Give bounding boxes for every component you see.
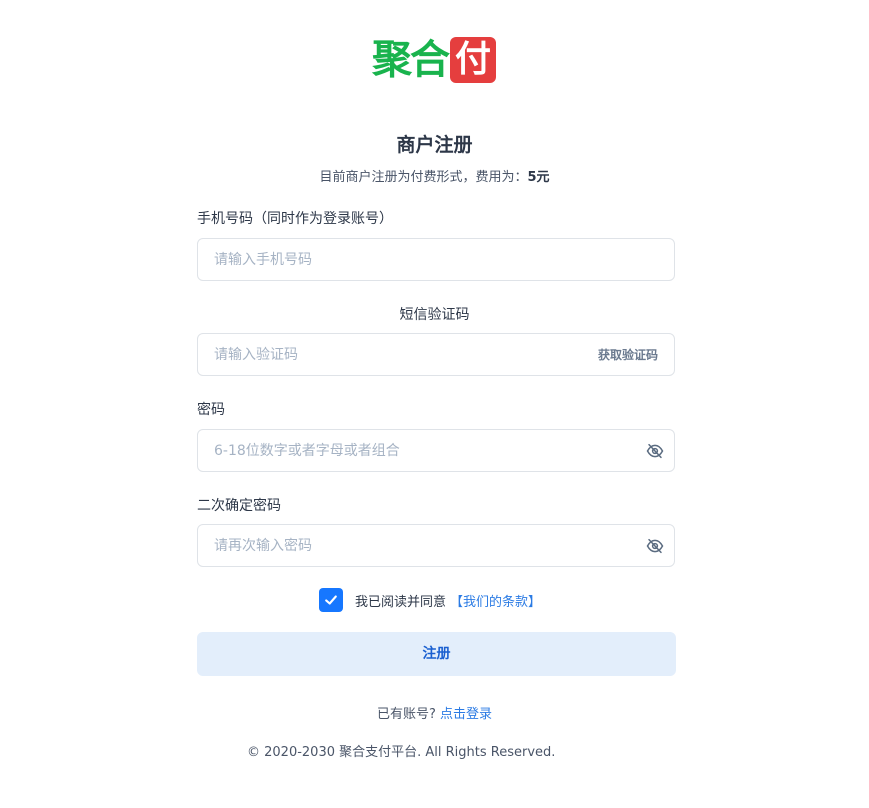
- confirm-password-label: 二次确定密码: [197, 498, 281, 514]
- confirm-password-input[interactable]: [198, 525, 674, 566]
- register-button[interactable]: 注册: [197, 632, 676, 676]
- phone-field: [197, 238, 675, 281]
- agreement-checkbox[interactable]: [319, 588, 343, 612]
- check-icon: [325, 595, 337, 605]
- login-link[interactable]: 点击登录: [440, 707, 492, 722]
- login-prompt-text: 已有账号?: [376, 707, 436, 722]
- phone-input[interactable]: [198, 239, 674, 280]
- get-code-button[interactable]: 获取验证码: [598, 346, 658, 363]
- copyright: © 2020-2030 聚合支付平台. All Rights Reserved.: [247, 745, 556, 760]
- logo-text: 聚合: [372, 37, 450, 83]
- agreement-row: 我已阅读并同意 【我们的条款】: [319, 588, 541, 612]
- fee-amount: 5元: [527, 170, 550, 185]
- confirm-password-field: [197, 524, 675, 567]
- login-prompt: 已有账号? 点击登录: [0, 703, 869, 722]
- eye-off-icon[interactable]: [646, 442, 664, 460]
- page-title: 商户注册: [396, 134, 473, 156]
- sms-label: 短信验证码: [399, 307, 470, 323]
- fee-notice-text: 目前商户注册为付费形式，费用为：: [319, 170, 528, 185]
- brand-logo: 聚合 付: [372, 36, 496, 84]
- sms-field: 获取验证码: [197, 333, 675, 376]
- terms-link[interactable]: 【我们的条款】: [450, 591, 541, 610]
- password-label: 密码: [197, 402, 225, 418]
- agreement-text: 我已阅读并同意: [355, 594, 447, 610]
- password-field: [197, 429, 675, 472]
- eye-off-icon[interactable]: [646, 537, 664, 555]
- fee-notice: 目前商户注册为付费形式，费用为：5元: [0, 166, 869, 185]
- phone-label: 手机号码（同时作为登录账号）: [197, 211, 393, 227]
- logo-badge: 付: [450, 37, 496, 83]
- password-input[interactable]: [198, 430, 674, 471]
